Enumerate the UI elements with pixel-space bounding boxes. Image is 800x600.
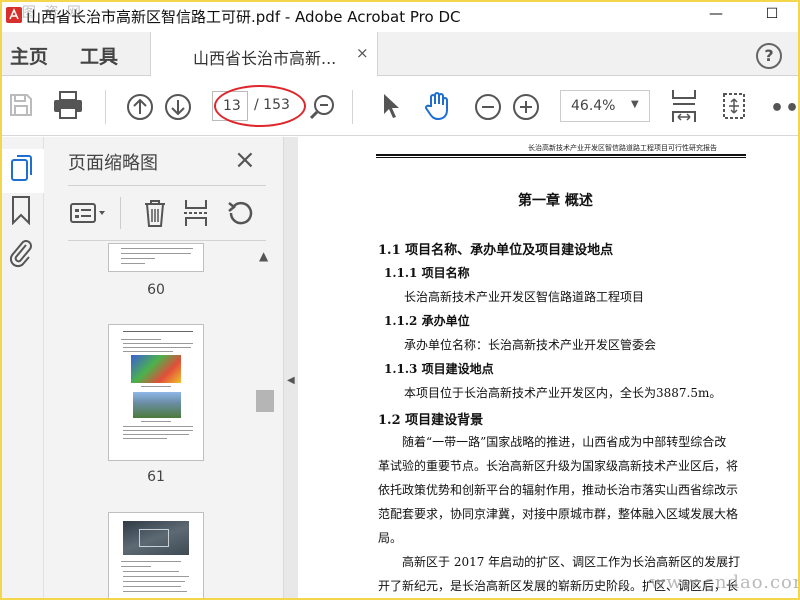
paragraph-line: 本项目位于长治高新技术产业开发区内，全长为3887.5m。: [404, 386, 722, 400]
document-running-header: 长治高新技术产业开发区智信路道路工程项目可行性研究报告: [528, 144, 717, 152]
header-rule: [376, 157, 746, 158]
thumbnail-scrollbar[interactable]: [254, 243, 276, 600]
subsection-heading: 1.1.3 项目建设地点: [384, 362, 494, 376]
menu-tools[interactable]: 工具: [80, 42, 118, 69]
thumbnails-panel: 页面缩略图 × 60 61 ▲: [44, 137, 284, 600]
zoom-in-icon[interactable]: [512, 93, 540, 121]
section-heading: 1.2 项目建设背景: [378, 413, 484, 428]
paragraph-line: 局。: [378, 531, 403, 545]
select-arrow-icon[interactable]: [380, 92, 402, 120]
bookmarks-icon[interactable]: [10, 195, 32, 225]
document-view[interactable]: 长治高新技术产业开发区智信路道路工程项目可行性研究报告 第一章 概述 1.1 项…: [298, 137, 800, 600]
delete-page-icon[interactable]: [142, 198, 168, 228]
section-heading: 1.1 项目名称、承办单位及项目建设地点: [378, 243, 614, 258]
save-icon[interactable]: [8, 92, 34, 118]
window-title: 山西省长治市高新区智信路工可研.pdf - Adobe Acrobat Pro …: [26, 8, 461, 26]
menu-bar: 主页 工具 山西省长治市高新... × ?: [0, 32, 800, 76]
paragraph-line: 随着“一带一路”国家战略的推进，山西省成为中部转型综合改: [402, 435, 727, 449]
collapse-arrow-icon: ◀: [287, 375, 295, 386]
more-tools-button[interactable]: •••: [770, 96, 800, 121]
watermark-top: 图 资 网: [22, 5, 83, 21]
close-panel-button[interactable]: ×: [234, 145, 256, 175]
thumbnail-label: 61: [147, 469, 165, 485]
watermark-bottom: www.cndao.com: [650, 572, 800, 593]
document-tab[interactable]: 山西省长治市高新... ×: [150, 32, 378, 76]
page-thumbnails-icon[interactable]: [9, 153, 35, 183]
toolbar: 13 / 153 46.4% ▼ •••: [0, 76, 800, 136]
acrobat-app-icon: [6, 7, 22, 23]
zoom-level-value: 46.4%: [571, 98, 616, 114]
tools-separator: [120, 197, 121, 229]
chapter-heading: 第一章 概述: [518, 193, 593, 209]
toolbar-separator: [105, 90, 106, 124]
split-page-icon[interactable]: [182, 198, 210, 228]
paragraph-line: 承办单位名称：长治高新技术产业开发区管委会: [404, 338, 657, 352]
panel-tools: [68, 193, 268, 233]
hand-tool-icon[interactable]: [422, 90, 454, 122]
title-bar: 山西省长治市高新区智信路工可研.pdf - Adobe Acrobat Pro …: [0, 0, 800, 32]
thumbnail-label: 60: [147, 282, 165, 298]
paragraph-line: 革试验的重要节点。长治高新区升级为国家级高新技术产业区后，将: [378, 459, 739, 473]
fit-width-icon[interactable]: [670, 88, 698, 124]
previous-page-icon[interactable]: [126, 93, 154, 121]
help-button[interactable]: ?: [756, 43, 782, 69]
scroll-up-arrow-icon[interactable]: ▲: [259, 249, 268, 263]
tab-close-button[interactable]: ×: [356, 44, 369, 62]
chevron-down-icon: ▼: [631, 99, 639, 110]
zoom-magnifier-icon[interactable]: [308, 93, 336, 121]
paragraph-line: 依托政策优势和创新平台的辐射作用，推动长治市落实山西省综改示: [378, 483, 739, 497]
panel-divider: [68, 185, 266, 186]
subsection-heading: 1.1.2 承办单位: [384, 314, 470, 328]
panel-divider: [68, 240, 266, 241]
page-thumbnail-61[interactable]: [108, 324, 204, 461]
zoom-out-icon[interactable]: [474, 93, 502, 121]
panel-collapse-handle[interactable]: ◀: [284, 137, 298, 600]
zoom-level-select[interactable]: 46.4% ▼: [560, 90, 650, 122]
subsection-heading: 1.1.1 项目名称: [384, 266, 470, 280]
rotate-page-icon[interactable]: [226, 199, 254, 227]
red-highlight-ellipse: [214, 85, 306, 127]
toolbar-separator: [352, 90, 353, 124]
paragraph-line: 长治高新技术产业开发区智信路道路工程项目: [404, 290, 645, 304]
thumbnail-list: 60 61: [44, 243, 284, 600]
next-page-icon[interactable]: [164, 93, 192, 121]
navigation-rail: [0, 137, 44, 600]
print-icon[interactable]: [52, 90, 84, 120]
paragraph-line: 高新区于 2017 年启动的扩区、调区工作为长治高新区的发展打: [402, 555, 741, 569]
scroll-mode-icon[interactable]: [720, 90, 748, 122]
paragraph-line: 范配套要求，协同京津冀，对接中原城市群，整体融入区域发展大格: [378, 507, 739, 521]
panel-title: 页面缩略图: [68, 153, 158, 174]
document-tab-label: 山西省长治市高新...: [193, 49, 337, 68]
header-rule: [376, 154, 746, 156]
maximize-button[interactable]: ☐: [762, 6, 782, 26]
attachments-icon[interactable]: [8, 237, 34, 269]
thumbnail-options-icon[interactable]: [70, 201, 108, 227]
minimize-button[interactable]: —: [706, 6, 726, 26]
menu-home[interactable]: 主页: [10, 42, 48, 69]
scrollbar-thumb[interactable]: [256, 390, 274, 412]
page-thumbnail-60[interactable]: [108, 243, 204, 272]
page-thumbnail-62[interactable]: [108, 512, 204, 600]
